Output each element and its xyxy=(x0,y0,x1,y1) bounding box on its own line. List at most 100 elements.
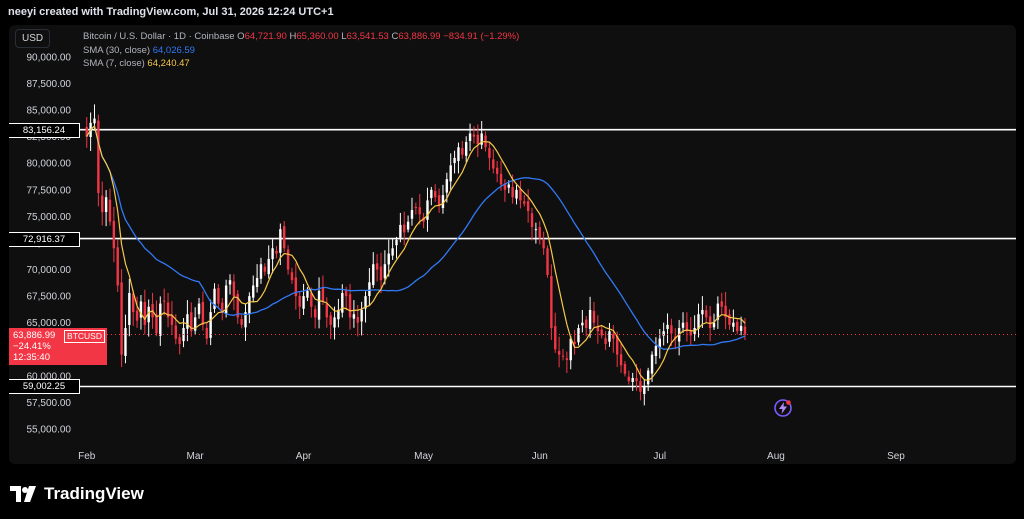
candle-body xyxy=(554,326,557,350)
candle-body xyxy=(619,354,623,366)
level-tag-83156[interactable]: 83,156.24 xyxy=(9,122,80,138)
candle-body xyxy=(523,201,526,204)
x-tick-label: Feb xyxy=(78,451,96,462)
candle-body xyxy=(348,294,352,318)
candle-body xyxy=(387,253,390,265)
candle-body xyxy=(457,147,460,161)
candle-body xyxy=(279,229,282,253)
candle-body xyxy=(526,201,530,212)
candle-body xyxy=(317,290,321,320)
sma7-line xyxy=(86,124,746,382)
candle-body xyxy=(650,354,654,374)
candle-body xyxy=(232,281,236,297)
candle-body xyxy=(507,184,510,188)
candle-body xyxy=(159,303,162,336)
candle-body xyxy=(186,314,189,329)
chart-panel[interactable]: 55,000.0057,500.0060,000.0062,500.0065,0… xyxy=(9,25,1016,464)
level-tag-59002[interactable]: 59,002.25 xyxy=(9,379,80,395)
candle-body xyxy=(290,272,294,281)
sma30-label: SMA (30, close) xyxy=(83,44,151,56)
candle-body xyxy=(670,325,673,334)
candle-body xyxy=(488,148,491,158)
candle-body xyxy=(128,292,131,326)
price-chart[interactable]: 55,000.0057,500.0060,000.0062,500.0065,0… xyxy=(9,25,1016,464)
candle-body xyxy=(720,301,723,307)
legend-low: 63,541.53 xyxy=(346,31,389,42)
candle-body xyxy=(666,324,669,330)
candle-body xyxy=(313,309,317,318)
candle-body xyxy=(368,282,371,297)
header-credit: neeyi created with TradingView.com, Jul … xyxy=(8,6,334,18)
candle-body xyxy=(240,319,243,325)
candle-body xyxy=(743,326,747,335)
y-tick-label: 70,000.00 xyxy=(27,265,72,276)
brand-footer[interactable]: TradingView xyxy=(10,484,144,504)
candle-body xyxy=(178,337,181,344)
candle-body xyxy=(302,296,305,309)
currency-button[interactable]: USD xyxy=(15,29,51,48)
candle-body xyxy=(565,358,569,360)
legend-close: 63,886.99 xyxy=(398,31,441,42)
candle-body xyxy=(585,319,588,329)
candle-body xyxy=(627,376,631,382)
candle-body xyxy=(461,148,464,155)
sma7-label: SMA (7, close) xyxy=(83,58,145,69)
candle-body xyxy=(263,266,267,272)
y-tick-label: 80,000.00 xyxy=(27,159,72,170)
x-tick-label: Sep xyxy=(887,451,905,462)
legend-ohlc: Bitcoin / U.S. Dollar · 1D · Coinbase O6… xyxy=(83,30,519,44)
candle-body xyxy=(228,280,232,285)
legend-high: 65,360.00 xyxy=(296,31,339,42)
x-axis: Feb Mar Apr May Jun Jul Aug Sep xyxy=(78,451,905,462)
candle-body xyxy=(356,317,359,323)
level-tag-72916[interactable]: 72,916.37 xyxy=(9,231,80,247)
candle-body xyxy=(418,207,421,215)
candle-body xyxy=(434,191,437,198)
legend-sma7[interactable]: SMA (7, close) 64,240.47 xyxy=(83,57,519,71)
legend-open: 64,721.90 xyxy=(244,31,287,42)
candle-body xyxy=(403,224,406,233)
candle-body xyxy=(588,309,592,330)
current-countdown: 12:35:40 xyxy=(13,351,50,363)
candle-body xyxy=(569,338,572,361)
candle-body xyxy=(267,258,270,275)
candle-body xyxy=(112,220,116,249)
candle-body xyxy=(205,327,208,339)
legend-sma30[interactable]: SMA (30, close) 64,026.59 xyxy=(83,44,519,58)
candle-body xyxy=(608,331,611,342)
candle-body xyxy=(728,314,731,325)
candle-body xyxy=(430,189,433,199)
candle-body xyxy=(519,189,522,201)
candle-body xyxy=(248,296,251,315)
x-tick-label: May xyxy=(414,451,433,462)
candle-body xyxy=(120,282,123,355)
sma7-value: 64,240.47 xyxy=(147,58,190,69)
candle-body xyxy=(395,239,398,246)
candle-body xyxy=(143,302,147,325)
candle-body xyxy=(252,285,255,298)
y-tick-label: 87,500.00 xyxy=(27,79,72,90)
candle-body xyxy=(321,287,325,302)
candle-body xyxy=(736,321,739,332)
lightning-icon[interactable] xyxy=(773,398,793,418)
legend-change: −834.91 (−1.29%) xyxy=(443,31,520,42)
y-tick-label: 85,000.00 xyxy=(27,106,72,117)
candle-body xyxy=(581,322,584,326)
candle-body xyxy=(623,364,627,374)
candles xyxy=(85,104,747,406)
candle-body xyxy=(217,287,220,304)
candle-body xyxy=(372,264,375,286)
candle-body xyxy=(97,120,100,193)
candle-body xyxy=(646,370,650,385)
candle-body xyxy=(383,264,387,279)
legend-instrument: Bitcoin / U.S. Dollar · 1D · Coinbase xyxy=(83,31,235,42)
candle-body xyxy=(286,249,290,270)
y-tick-label: 77,500.00 xyxy=(27,185,72,196)
candle-body xyxy=(135,310,139,321)
candle-body xyxy=(410,210,414,219)
candle-body xyxy=(344,290,348,297)
candle-body xyxy=(445,179,449,193)
candle-body xyxy=(399,224,402,238)
candle-body xyxy=(712,322,716,328)
candle-body xyxy=(406,221,410,230)
